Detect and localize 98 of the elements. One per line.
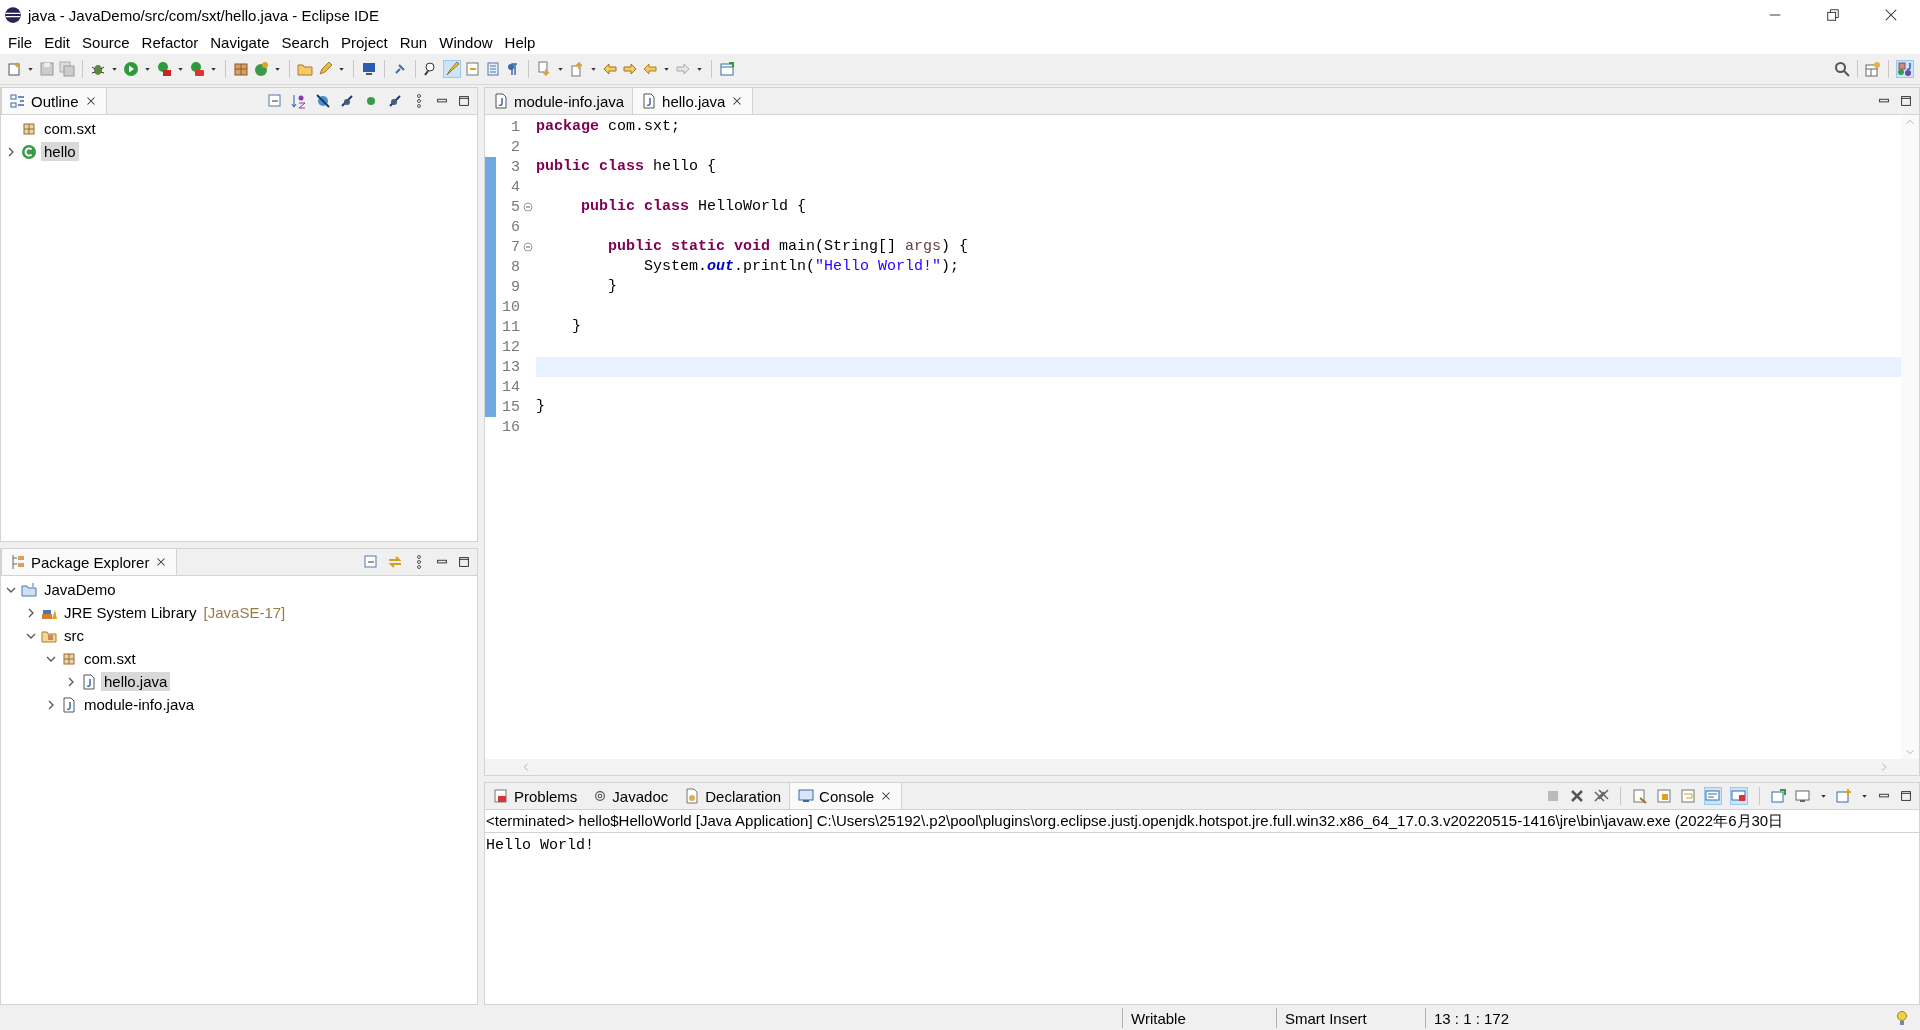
panel-tab[interactable]: Console [789,783,903,809]
monitor-icon[interactable] [361,61,377,77]
java-file-icon [493,93,509,109]
menu-item[interactable]: Run [393,33,434,51]
line-number: 7 [510,238,520,256]
line-number: 14 [501,378,520,396]
window-icon[interactable] [719,61,735,77]
coverage-icon[interactable] [156,61,172,77]
code-line: } [536,397,546,417]
maximize-icon[interactable] [457,94,471,108]
package-icon [61,650,77,667]
line-number: 1 [510,118,520,136]
line-number: 16 [501,418,520,436]
back-edit-icon[interactable] [602,61,618,77]
menu-item[interactable]: File [2,33,39,51]
menu-item[interactable]: Edit [38,33,77,51]
tree-item[interactable]: com.sxt [41,119,99,138]
line-number: 12 [501,338,520,356]
project-folder-icon [21,581,37,598]
pin-console-icon[interactable] [1771,788,1787,804]
menu-item[interactable]: Help [498,33,542,51]
tree-item[interactable]: module-info.java [81,695,198,714]
tree-item[interactable]: JRE System Library [61,603,200,622]
run-icon[interactable] [123,61,139,77]
line-number: 11 [501,318,520,336]
line-number: 4 [510,178,520,196]
window-title: java - JavaDemo/src/com/sxt/hello.java - Eclipse IDE [28,6,380,24]
line-number: 5 [510,198,520,216]
menu-item[interactable]: Navigate [204,33,276,51]
code-line: } [607,277,618,297]
menu-item[interactable]: Window [433,33,499,51]
java-perspective-icon[interactable] [1897,61,1913,77]
console-output: Hello World! [486,837,596,854]
problems-icon [493,788,509,804]
menu-item[interactable]: Source [76,33,136,51]
declaration-icon [684,788,701,804]
status-text: Smart Insert [1285,1009,1367,1027]
forward-edit-icon[interactable] [622,61,638,77]
external-tools-icon[interactable] [189,61,205,77]
java-file-icon [81,673,97,690]
sort-icon[interactable] [291,93,307,109]
line-number: 2 [510,138,520,156]
display-console-icon[interactable] [1795,788,1811,804]
eclipse-logo-icon [4,6,22,24]
line-number: 9 [510,278,520,296]
collapse-all-icon[interactable] [267,93,283,109]
console-header: <terminated> hello$HelloWorld [Java Application] C:\Users\25192\.p2\pool\plugins\org.eclipse.justj.openjdk.hotspot.jre.full.win32.x86_64_17.0.3.v20220515-1416\jre\bin\javaw.exe (2022年6月30日 [486,811,1784,831]
brush-icon[interactable] [444,61,460,77]
line-number: 8 [510,258,520,276]
restore-icon[interactable] [1826,8,1840,22]
maximize-icon[interactable] [457,555,471,569]
maximize-icon[interactable] [1899,789,1913,803]
code-line: } [571,317,582,337]
package-explorer-icon [10,554,26,570]
line-number: 10 [501,298,520,316]
code-line: public static void main(String[] args) { [607,237,970,257]
remove-all-icon[interactable] [1593,788,1609,804]
tree-item[interactable]: JavaDemo [41,580,119,599]
java-file-icon [641,93,658,109]
tree-item-decoration: [JavaSE-17] [203,604,286,621]
close-icon[interactable] [1884,8,1898,22]
console-icon [798,788,815,804]
menu-item[interactable]: Project [335,33,394,51]
fold-icon[interactable] [523,202,533,212]
line-number: 15 [501,398,520,416]
status-text: 13 : 1 : 172 [1434,1009,1510,1027]
code-line: package com.sxt; [536,117,682,137]
hide-fields-icon[interactable] [315,93,331,109]
collapse-all-icon[interactable] [363,554,379,570]
tree-item[interactable]: hello.java [101,672,171,691]
panel-tab[interactable]: Outline [1,88,107,114]
fold-icon[interactable] [523,242,533,252]
status-text: Writable [1131,1009,1186,1027]
tree-item[interactable]: com.sxt [81,649,139,668]
code-line: public class hello { [536,157,718,177]
code-line: System.out.println("Hello World!"); [643,257,961,277]
panel-tab[interactable]: Package Explorer [1,549,178,575]
package-icon[interactable] [233,61,249,77]
class-icon [21,143,37,160]
tree-item[interactable]: src [61,626,87,645]
menu-item[interactable]: Refactor [135,33,205,51]
outline-icon [10,93,26,109]
lightbulb-icon[interactable] [1894,1010,1910,1026]
remove-launch-icon[interactable] [1569,788,1585,804]
package-icon [21,120,37,137]
show-on-error-icon[interactable] [1731,788,1747,804]
search-icon[interactable] [1834,61,1850,77]
line-number: 3 [510,158,520,176]
maximize-icon[interactable] [1899,94,1913,108]
clear-console-icon[interactable] [1632,788,1648,804]
tree-item[interactable]: hello [41,142,79,161]
code-line: public class HelloWorld { [580,197,808,217]
java-file-icon [61,696,77,713]
editor-tab[interactable]: hello.java [632,88,754,114]
line-number: 13 [501,358,520,376]
open-perspective-icon[interactable] [1865,61,1881,77]
menu-item[interactable]: Search [275,33,335,51]
line-number: 6 [510,218,520,236]
